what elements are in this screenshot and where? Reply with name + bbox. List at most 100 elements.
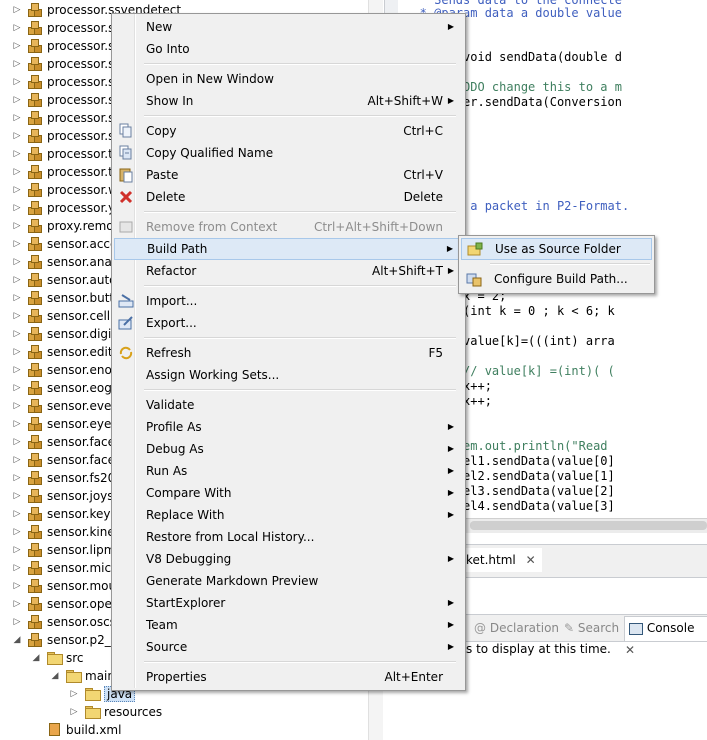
menu-item-validate[interactable]: Validate [113,394,461,416]
menu-item-team[interactable]: Team ▶ [113,614,461,636]
menu-item-startexplorer[interactable]: StartExplorer ▶ [113,592,461,614]
expand-arrow-icon[interactable]: ▷ [12,361,22,379]
editor-tab[interactable]: ket.html ✕ [466,548,542,572]
expand-arrow-icon[interactable]: ▷ [12,163,22,181]
expand-arrow-icon[interactable]: ▷ [12,217,22,235]
expand-arrow-icon[interactable]: ▷ [12,523,22,541]
project-icon [28,255,42,269]
close-icon[interactable]: ✕ [625,643,635,657]
menu-item-new[interactable]: New ▶ [113,16,461,38]
expand-arrow-icon[interactable]: ▷ [12,181,22,199]
menu-item-v8-debugging[interactable]: V8 Debugging ▶ [113,548,461,570]
tree-item-label: src [66,651,84,665]
expand-arrow-icon[interactable]: ▷ [12,433,22,451]
menu-item-label: Replace With [146,508,225,522]
menu-item-source[interactable]: Source ▶ [113,636,461,658]
tree-item-label: processor.st [47,93,120,107]
expand-arrow-icon[interactable]: ▷ [12,1,22,19]
paste-icon [118,167,134,183]
submenu-item-use-as-source-folder[interactable]: Use as Source Folder [461,238,652,260]
submenu-item-label: Use as Source Folder [495,242,621,256]
expand-arrow-icon[interactable]: ▷ [12,451,22,469]
expand-arrow-icon[interactable]: ▷ [12,199,22,217]
close-icon[interactable]: ✕ [526,553,536,567]
project-icon [28,345,42,359]
expand-arrow-icon[interactable]: ▷ [12,253,22,271]
expand-arrow-icon[interactable]: ▷ [12,73,22,91]
console-message: s to display at this time. [466,642,611,656]
expand-arrow-icon[interactable]: ▷ [12,325,22,343]
submenu-item-configure-build-path[interactable]: Configure Build Path... [461,268,650,290]
project-icon [28,309,42,323]
menu-item-refactor[interactable]: Refactor Alt+Shift+T ▶ [113,260,461,282]
menu-item-refresh[interactable]: Refresh F5 [113,342,461,364]
expand-arrow-icon[interactable]: ▷ [12,343,22,361]
menu-item-assign-working-sets[interactable]: Assign Working Sets... [113,364,461,386]
tree-item-label: sensor.facet [47,453,120,467]
expand-arrow-icon[interactable]: ▷ [12,235,22,253]
menu-item-copy-qualified-name[interactable]: Copy Qualified Name [113,142,461,164]
menu-item-properties[interactable]: Properties Alt+Enter [113,666,461,688]
menu-separator [144,211,456,213]
project-icon [28,417,42,431]
menu-item-restore-from-local-history[interactable]: Restore from Local History... [113,526,461,548]
expand-arrow-icon[interactable]: ▷ [12,415,22,433]
expand-arrow-icon[interactable]: ▷ [12,613,22,631]
expand-arrow-icon[interactable]: ▷ [12,541,22,559]
collapse-arrow-icon[interactable]: ◢ [31,649,41,667]
menu-item-delete[interactable]: Delete Delete [113,186,461,208]
expand-arrow-icon[interactable]: ▷ [12,397,22,415]
expand-arrow-icon[interactable]: ▷ [12,109,22,127]
project-icon [28,165,42,179]
expand-arrow-icon[interactable]: ▷ [12,505,22,523]
collapse-arrow-icon[interactable]: ◢ [50,667,60,685]
menu-item-copy[interactable]: Copy Ctrl+C [113,120,461,142]
menu-item-profile-as[interactable]: Profile As ▶ [113,416,461,438]
expand-arrow-icon[interactable]: ▷ [12,307,22,325]
expand-arrow-icon[interactable]: ▷ [12,37,22,55]
menu-item-open-in-new-window[interactable]: Open in New Window [113,68,461,90]
menu-item-label: Import... [146,294,198,308]
menu-item-generate-markdown-preview[interactable]: Generate Markdown Preview [113,570,461,592]
menu-item-show-in[interactable]: Show In Alt+Shift+W ▶ [113,90,461,112]
expand-arrow-icon[interactable]: ▷ [12,379,22,397]
menu-item-go-into[interactable]: Go Into [113,38,461,60]
expand-arrow-icon[interactable]: ▷ [69,685,79,703]
expand-arrow-icon[interactable]: ▷ [12,469,22,487]
menu-item-replace-with[interactable]: Replace With ▶ [113,504,461,526]
expand-arrow-icon[interactable]: ▷ [12,55,22,73]
submenu-arrow-icon: ▶ [447,554,454,563]
tab-search[interactable]: ✎ Search [564,618,619,638]
expand-arrow-icon[interactable]: ▷ [12,145,22,163]
tree-row[interactable]: build.xml [0,721,368,739]
expand-arrow-icon[interactable]: ▷ [12,559,22,577]
menu-item-paste[interactable]: Paste Ctrl+V [113,164,461,186]
expand-arrow-icon[interactable]: ▷ [12,127,22,145]
project-icon [28,399,42,413]
menu-item-import[interactable]: Import... [113,290,461,312]
menu-item-build-path[interactable]: Build Path ▶ [114,238,460,260]
export-icon [118,315,134,331]
collapse-arrow-icon[interactable]: ◢ [12,631,22,649]
tab-declaration[interactable]: @ Declaration [474,618,559,638]
menu-item-compare-with[interactable]: Compare With ▶ [113,482,461,504]
expand-arrow-icon[interactable]: ▷ [12,595,22,613]
menu-item-shortcut: Ctrl+V [403,168,443,182]
expand-arrow-icon[interactable]: ▷ [69,703,79,721]
scrollbar-thumb[interactable] [470,521,707,530]
menu-item-run-as[interactable]: Run As ▶ [113,460,461,482]
expand-arrow-icon[interactable]: ▷ [12,289,22,307]
menu-item-shortcut: Ctrl+C [403,124,443,138]
menu-item-label: Debug As [146,442,204,456]
expand-arrow-icon[interactable]: ▷ [12,91,22,109]
expand-arrow-icon[interactable]: ▷ [12,487,22,505]
tab-console[interactable]: Console ✕ [624,616,707,657]
menu-item-export[interactable]: Export... [113,312,461,334]
menu-item-debug-as[interactable]: Debug As ▶ [113,438,461,460]
tree-item-label: proxy.remot [47,219,119,233]
tree-item-label: sensor.eog [47,381,112,395]
expand-arrow-icon[interactable]: ▷ [12,19,22,37]
expand-arrow-icon[interactable]: ▷ [12,577,22,595]
tree-row[interactable]: ▷ resources [0,703,368,721]
expand-arrow-icon[interactable]: ▷ [12,271,22,289]
